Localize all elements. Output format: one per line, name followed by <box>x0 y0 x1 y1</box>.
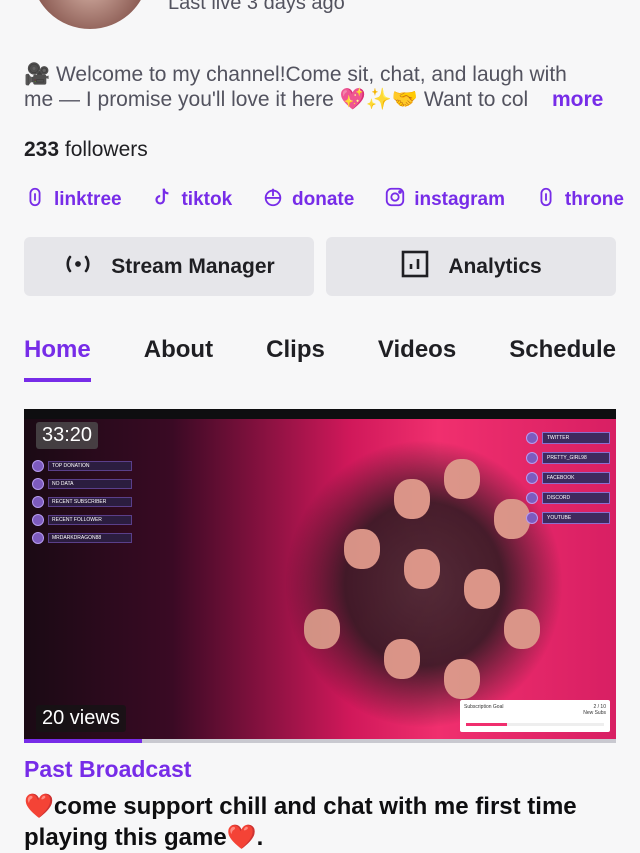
analytics-label: Analytics <box>448 254 542 278</box>
overlay-icon <box>32 514 44 526</box>
tiktok-icon <box>151 186 173 214</box>
overlay-label: NO DATA <box>48 479 132 489</box>
followers-number: 233 <box>24 138 60 161</box>
thumbnail-image: TOP DONATION NO DATA RECENT SUBSCRIBER R… <box>24 419 616 742</box>
link-label: donate <box>292 189 355 210</box>
analytics-button[interactable]: Analytics <box>326 237 616 296</box>
profile-header: Last live 3 days ago <box>0 0 640 40</box>
subscription-goal-note: New Subs <box>583 710 606 716</box>
link-donate[interactable]: donate <box>262 186 354 214</box>
channel-tabs: Home About Clips Videos Schedule <box>24 336 616 382</box>
avatar[interactable] <box>28 0 152 32</box>
overlay-label: DISCORD <box>542 492 610 504</box>
link-tiktok[interactable]: tiktok <box>151 186 232 214</box>
heart-emoji: ❤️ <box>24 793 54 820</box>
tab-home[interactable]: Home <box>24 336 91 382</box>
thumbnail-face <box>444 459 480 499</box>
overlay-icon <box>32 460 44 472</box>
action-buttons: Stream Manager Analytics <box>24 237 616 296</box>
link-linktree[interactable]: linktree <box>24 186 122 214</box>
linktree-icon <box>24 186 46 214</box>
overlay-label: TWITTER <box>542 432 610 444</box>
overlay-label: MRDARKDRAGON88 <box>48 533 132 543</box>
donate-icon <box>262 186 284 214</box>
overlay-label: TOP DONATION <box>48 461 132 471</box>
overlay-label: RECENT SUBSCRIBER <box>48 497 132 507</box>
thumbnail-face <box>444 659 480 699</box>
thumbnail-crowd-art <box>284 439 564 729</box>
subscription-goal-card: Subscription Goal 2 / 10 New Subs <box>460 700 610 732</box>
overlay-label: PRETTY_GIRL98 <box>542 452 610 464</box>
link-label: tiktok <box>181 189 233 210</box>
watch-progress-fill <box>24 739 143 743</box>
thumbnail-face <box>404 549 440 589</box>
overlay-label: YOUTUBE <box>542 512 610 524</box>
overlay-icon <box>526 452 538 464</box>
analytics-icon <box>400 249 430 285</box>
broadcast-icon <box>63 249 93 285</box>
subscription-goal-label: Subscription Goal <box>464 704 504 710</box>
overlay-icon <box>526 512 538 524</box>
overlay-icon <box>32 532 44 544</box>
watch-progress-bar <box>24 739 616 743</box>
channel-bio: 🎥 Welcome to my channel!Come sit, chat, … <box>24 62 620 112</box>
overlay-icon <box>526 472 538 484</box>
thumbnail-face <box>384 639 420 679</box>
stream-overlay-left: TOP DONATION NO DATA RECENT SUBSCRIBER R… <box>32 459 132 549</box>
instagram-icon <box>384 186 406 214</box>
stream-manager-label: Stream Manager <box>111 254 275 278</box>
thumbnail-face <box>504 609 540 649</box>
tab-videos[interactable]: Videos <box>378 336 456 378</box>
tab-clips[interactable]: Clips <box>266 336 325 378</box>
overlay-label: FACEBOOK <box>542 472 610 484</box>
followers-label: followers <box>64 138 148 161</box>
throne-icon <box>535 186 557 214</box>
overlay-icon <box>526 492 538 504</box>
thumbnail-face <box>494 499 530 539</box>
tab-about[interactable]: About <box>144 336 213 378</box>
video-category[interactable]: Past Broadcast <box>24 756 191 783</box>
subscription-goal-bar <box>466 723 604 726</box>
video-title[interactable]: ❤️come support chill and chat with me fi… <box>24 791 624 853</box>
overlay-label: RECENT FOLLOWER <box>48 515 132 525</box>
thumbnail-face <box>344 529 380 569</box>
followers-count: 233 followers <box>24 138 148 162</box>
stream-manager-button[interactable]: Stream Manager <box>24 237 314 296</box>
video-thumbnail[interactable]: TOP DONATION NO DATA RECENT SUBSCRIBER R… <box>24 409 616 742</box>
more-link[interactable]: more <box>552 87 603 112</box>
link-label: throne <box>564 189 624 210</box>
overlay-icon <box>526 432 538 444</box>
video-title-end: . <box>256 824 264 851</box>
bio-line-1: 🎥 Welcome to my channel!Come sit, chat, … <box>24 63 567 86</box>
link-throne[interactable]: throne <box>535 186 624 214</box>
video-title-line2: playing this game <box>24 824 227 851</box>
video-title-line1: come support chill and chat with me firs… <box>53 793 577 820</box>
social-links: linktree tiktok donate instagram throne <box>24 186 624 214</box>
link-label: linktree <box>54 189 122 210</box>
link-instagram[interactable]: instagram <box>384 186 505 214</box>
tab-schedule[interactable]: Schedule <box>509 336 616 378</box>
link-label: instagram <box>414 189 505 210</box>
stream-overlay-right: TWITTER PRETTY_GIRL98 FACEBOOK DISCORD Y… <box>526 431 610 531</box>
thumbnail-face <box>464 569 500 609</box>
overlay-icon <box>32 496 44 508</box>
last-live-text: Last live 3 days ago <box>168 0 345 14</box>
thumbnail-face <box>304 609 340 649</box>
overlay-icon <box>32 478 44 490</box>
thumbnail-face <box>394 479 430 519</box>
heart-emoji: ❤️ <box>226 824 257 851</box>
video-duration: 33:20 <box>36 422 99 449</box>
bio-line-2: me — I promise you'll love it here 💖✨🤝 W… <box>24 88 529 111</box>
video-views: 20 views <box>36 705 126 732</box>
